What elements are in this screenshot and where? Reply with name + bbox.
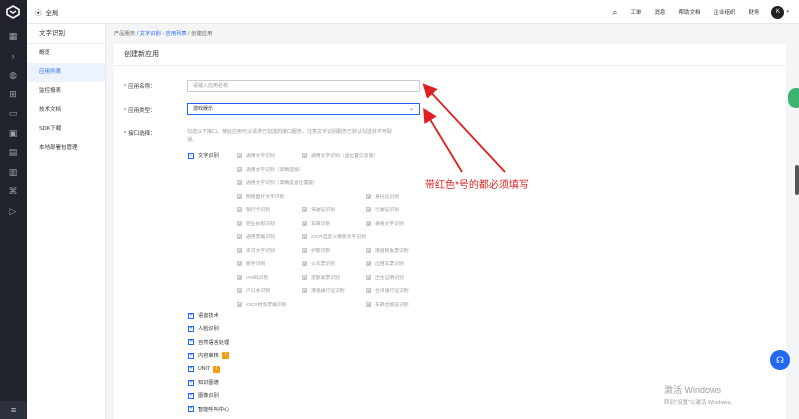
windows-watermark: 激活 Windows 转到"设置"以激活 Windows。: [664, 385, 736, 406]
scrollbar[interactable]: [795, 165, 799, 195]
headset-icon[interactable]: ☊: [770, 350, 790, 370]
annotation-text: 带红色*号的都必须填写: [425, 180, 529, 191]
side-widget[interactable]: [788, 88, 799, 108]
annotation-arrows: [422, 83, 506, 173]
